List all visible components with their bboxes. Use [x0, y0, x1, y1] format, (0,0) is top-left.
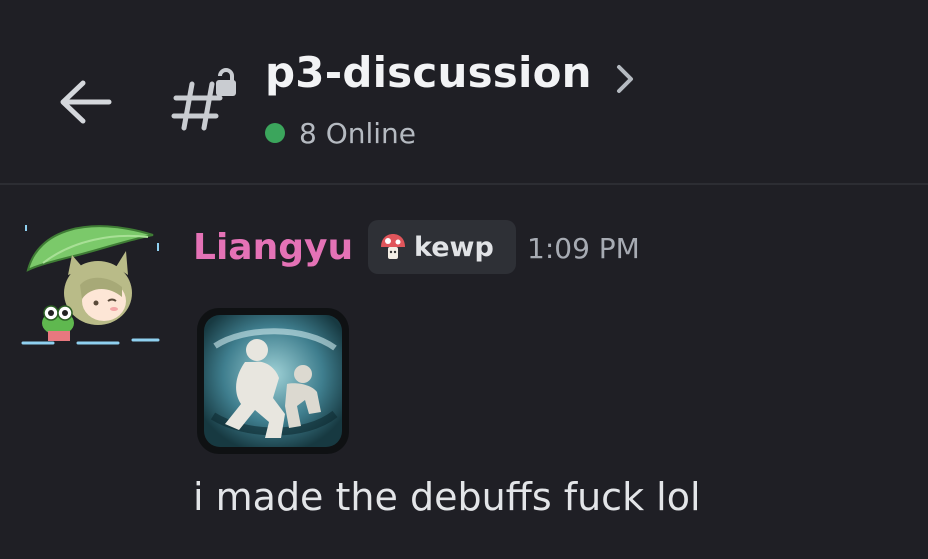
online-count: 8 Online [299, 116, 417, 150]
channel-name[interactable]: p3-discussion [265, 48, 592, 97]
chat-message: Liangyu kewp 1:09 PM i made the debuffs … [0, 185, 928, 559]
chevron-right-icon[interactable] [612, 62, 638, 96]
mushroom-icon [381, 234, 405, 259]
role-tag-label: kewp [414, 231, 494, 263]
online-status: 8 Online [265, 116, 416, 150]
role-tag[interactable]: kewp [368, 220, 516, 274]
avatar[interactable] [18, 215, 168, 350]
locked-channel-hash-icon [171, 68, 236, 131]
back-arrow-icon [60, 80, 112, 124]
online-dot-icon [265, 123, 285, 143]
message-timestamp: 1:09 PM [527, 232, 640, 265]
message-text: i made the debuffs fuck lol [193, 475, 701, 519]
channel-header: p3-discussion 8 Online [0, 0, 928, 185]
back-button[interactable] [50, 72, 120, 132]
author-name[interactable]: Liangyu [193, 227, 353, 268]
emoji-image-debuff-icon[interactable] [195, 306, 351, 456]
